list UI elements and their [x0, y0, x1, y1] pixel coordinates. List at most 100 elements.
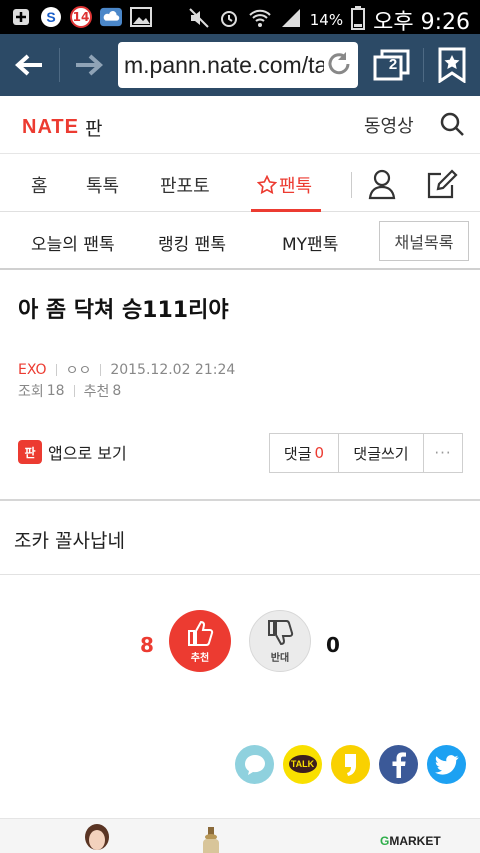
sub-nav: 오늘의 팬톡 랭킹 팬톡 MY팬톡 채널목록: [0, 212, 480, 270]
main-nav: 홈 톡톡 판포토 팬톡: [0, 154, 480, 212]
write-comment-button[interactable]: 댓글쓰기: [339, 434, 424, 472]
comments-count: 0: [314, 444, 325, 462]
badge-count-icon: 14: [70, 6, 92, 28]
badge-count: 14: [72, 10, 90, 24]
ad-banner[interactable]: GMARKET: [0, 818, 480, 853]
tabs-button[interactable]: 2: [364, 34, 420, 96]
quote-mark-icon: [344, 753, 356, 776]
pencil-edit-icon: [427, 169, 458, 199]
logo-pann: 판: [84, 118, 103, 140]
star-outline-icon: [257, 175, 277, 195]
downvote-label: 반대: [270, 652, 290, 664]
ad-product-image: [203, 827, 219, 853]
video-link[interactable]: 동영상: [364, 112, 414, 138]
sub-tab-ranking-fantalk[interactable]: 랭킹 팬톡: [158, 230, 226, 255]
open-in-app-label: 앱으로 보기: [48, 444, 127, 463]
clock: 오후 9:26: [373, 10, 470, 35]
status-bar: S 14 14% 오후 9:26: [0, 0, 480, 36]
comment-actions: 댓글 0 댓글쓰기 ···: [269, 433, 463, 473]
status-notification-icons: S 14: [10, 6, 152, 28]
cloud-icon: [100, 6, 122, 28]
logo-nate: NATE: [22, 116, 79, 138]
comments-label: 댓글: [283, 444, 312, 463]
divider: [0, 499, 480, 501]
nav-item-home[interactable]: 홈: [31, 172, 48, 198]
add-square-icon: [10, 6, 32, 28]
kakaotalk-label: TALK: [290, 758, 315, 769]
post-datetime: 2015.12.02 21:24: [110, 362, 236, 378]
comments-button[interactable]: 댓글 0: [270, 434, 339, 472]
mute-icon: [188, 7, 210, 34]
upvote-label: 추천: [190, 652, 210, 664]
meta-divider: [55, 364, 57, 376]
thumbs-up-icon: [188, 620, 214, 646]
views-label: 조회: [18, 384, 44, 400]
forward-button[interactable]: [60, 34, 118, 96]
speech-bubble-icon: [244, 754, 265, 775]
sub-tab-my-fantalk[interactable]: MY팬톡: [282, 230, 338, 255]
tab-count: 2: [388, 56, 398, 73]
channel-link[interactable]: EXO: [18, 362, 47, 378]
upvote-button[interactable]: 추천: [169, 610, 231, 672]
reload-icon: [328, 52, 350, 75]
svg-text:S: S: [46, 9, 55, 25]
search-icon: [440, 112, 464, 136]
views-count: 18: [46, 383, 65, 399]
article-body: 조카 꼴사납네: [14, 530, 125, 552]
gmarket-logo-text: MARKET: [389, 834, 441, 848]
status-system-icons: 14% 오후 9:26: [188, 4, 470, 36]
site-header: NATE 판 동영상: [0, 96, 480, 154]
nav-item-panphoto[interactable]: 판포토: [160, 172, 210, 198]
meta-divider: [73, 385, 75, 397]
article-meta: EXO ㅇㅇ 2015.12.02 21:24: [18, 360, 235, 380]
recommend-count: 8: [112, 383, 122, 399]
url-bar[interactable]: m.pann.nate.com/tal: [118, 42, 358, 88]
url-text: m.pann.nate.com/tal: [124, 51, 333, 78]
nav-item-fantalk[interactable]: 팬톡: [257, 172, 312, 198]
write-button[interactable]: [426, 168, 458, 200]
pann-app-icon: 판: [18, 440, 42, 464]
browser-toolbar: m.pann.nate.com/tal 2: [0, 34, 480, 96]
arrow-right-icon: [76, 54, 103, 76]
twitter-bird-icon: [434, 754, 458, 775]
bookmark-star-icon: [438, 47, 466, 83]
battery-icon: [351, 5, 366, 35]
share-kakaotalk-button[interactable]: TALK: [283, 745, 322, 784]
channel-list-button[interactable]: 채널목록: [379, 221, 469, 261]
bookmark-button[interactable]: [424, 34, 480, 96]
meta-divider: [100, 364, 102, 376]
nate-pann-logo[interactable]: NATE 판: [22, 114, 102, 141]
sub-tab-today-fantalk[interactable]: 오늘의 팬톡: [31, 230, 115, 255]
user-icon: [368, 169, 396, 200]
share-twitter-button[interactable]: [427, 745, 466, 784]
search-button[interactable]: [438, 110, 466, 138]
share-kakaostory-button[interactable]: [235, 745, 274, 784]
more-button[interactable]: ···: [424, 434, 462, 472]
nav-item-toktok[interactable]: 톡톡: [86, 172, 119, 198]
alarm-icon: [218, 7, 240, 34]
back-button[interactable]: [0, 34, 58, 96]
reload-button[interactable]: [324, 50, 354, 80]
recommend-label: 추천: [83, 384, 110, 400]
nav-item-fantalk-label: 팬톡: [279, 176, 313, 197]
wifi-icon: [248, 7, 272, 34]
thumbs-down-icon: [268, 619, 294, 645]
signal-icon: [280, 7, 302, 34]
share-buttons: TALK: [235, 745, 466, 784]
article-stats: 조회 18 추천 8: [18, 381, 121, 401]
facebook-icon: [392, 751, 406, 778]
share-facebook-button[interactable]: [379, 745, 418, 784]
gallery-icon: [130, 6, 152, 28]
article-title: 아 좀 닥쳐 승111리야: [18, 298, 229, 323]
share-kakao-page-button[interactable]: [331, 745, 370, 784]
s-app-icon: S: [40, 6, 62, 28]
battery-percent: 14%: [309, 11, 344, 29]
gmarket-logo: GMARKET: [380, 834, 441, 848]
author-name: ㅇㅇ: [65, 363, 92, 379]
divider: [0, 574, 480, 575]
ad-model-image: [85, 824, 109, 850]
downvote-button[interactable]: 반대: [249, 610, 311, 672]
profile-button[interactable]: [366, 168, 398, 200]
arrow-left-icon: [15, 54, 42, 76]
open-in-app-link[interactable]: 판 앱으로 보기: [18, 440, 127, 464]
